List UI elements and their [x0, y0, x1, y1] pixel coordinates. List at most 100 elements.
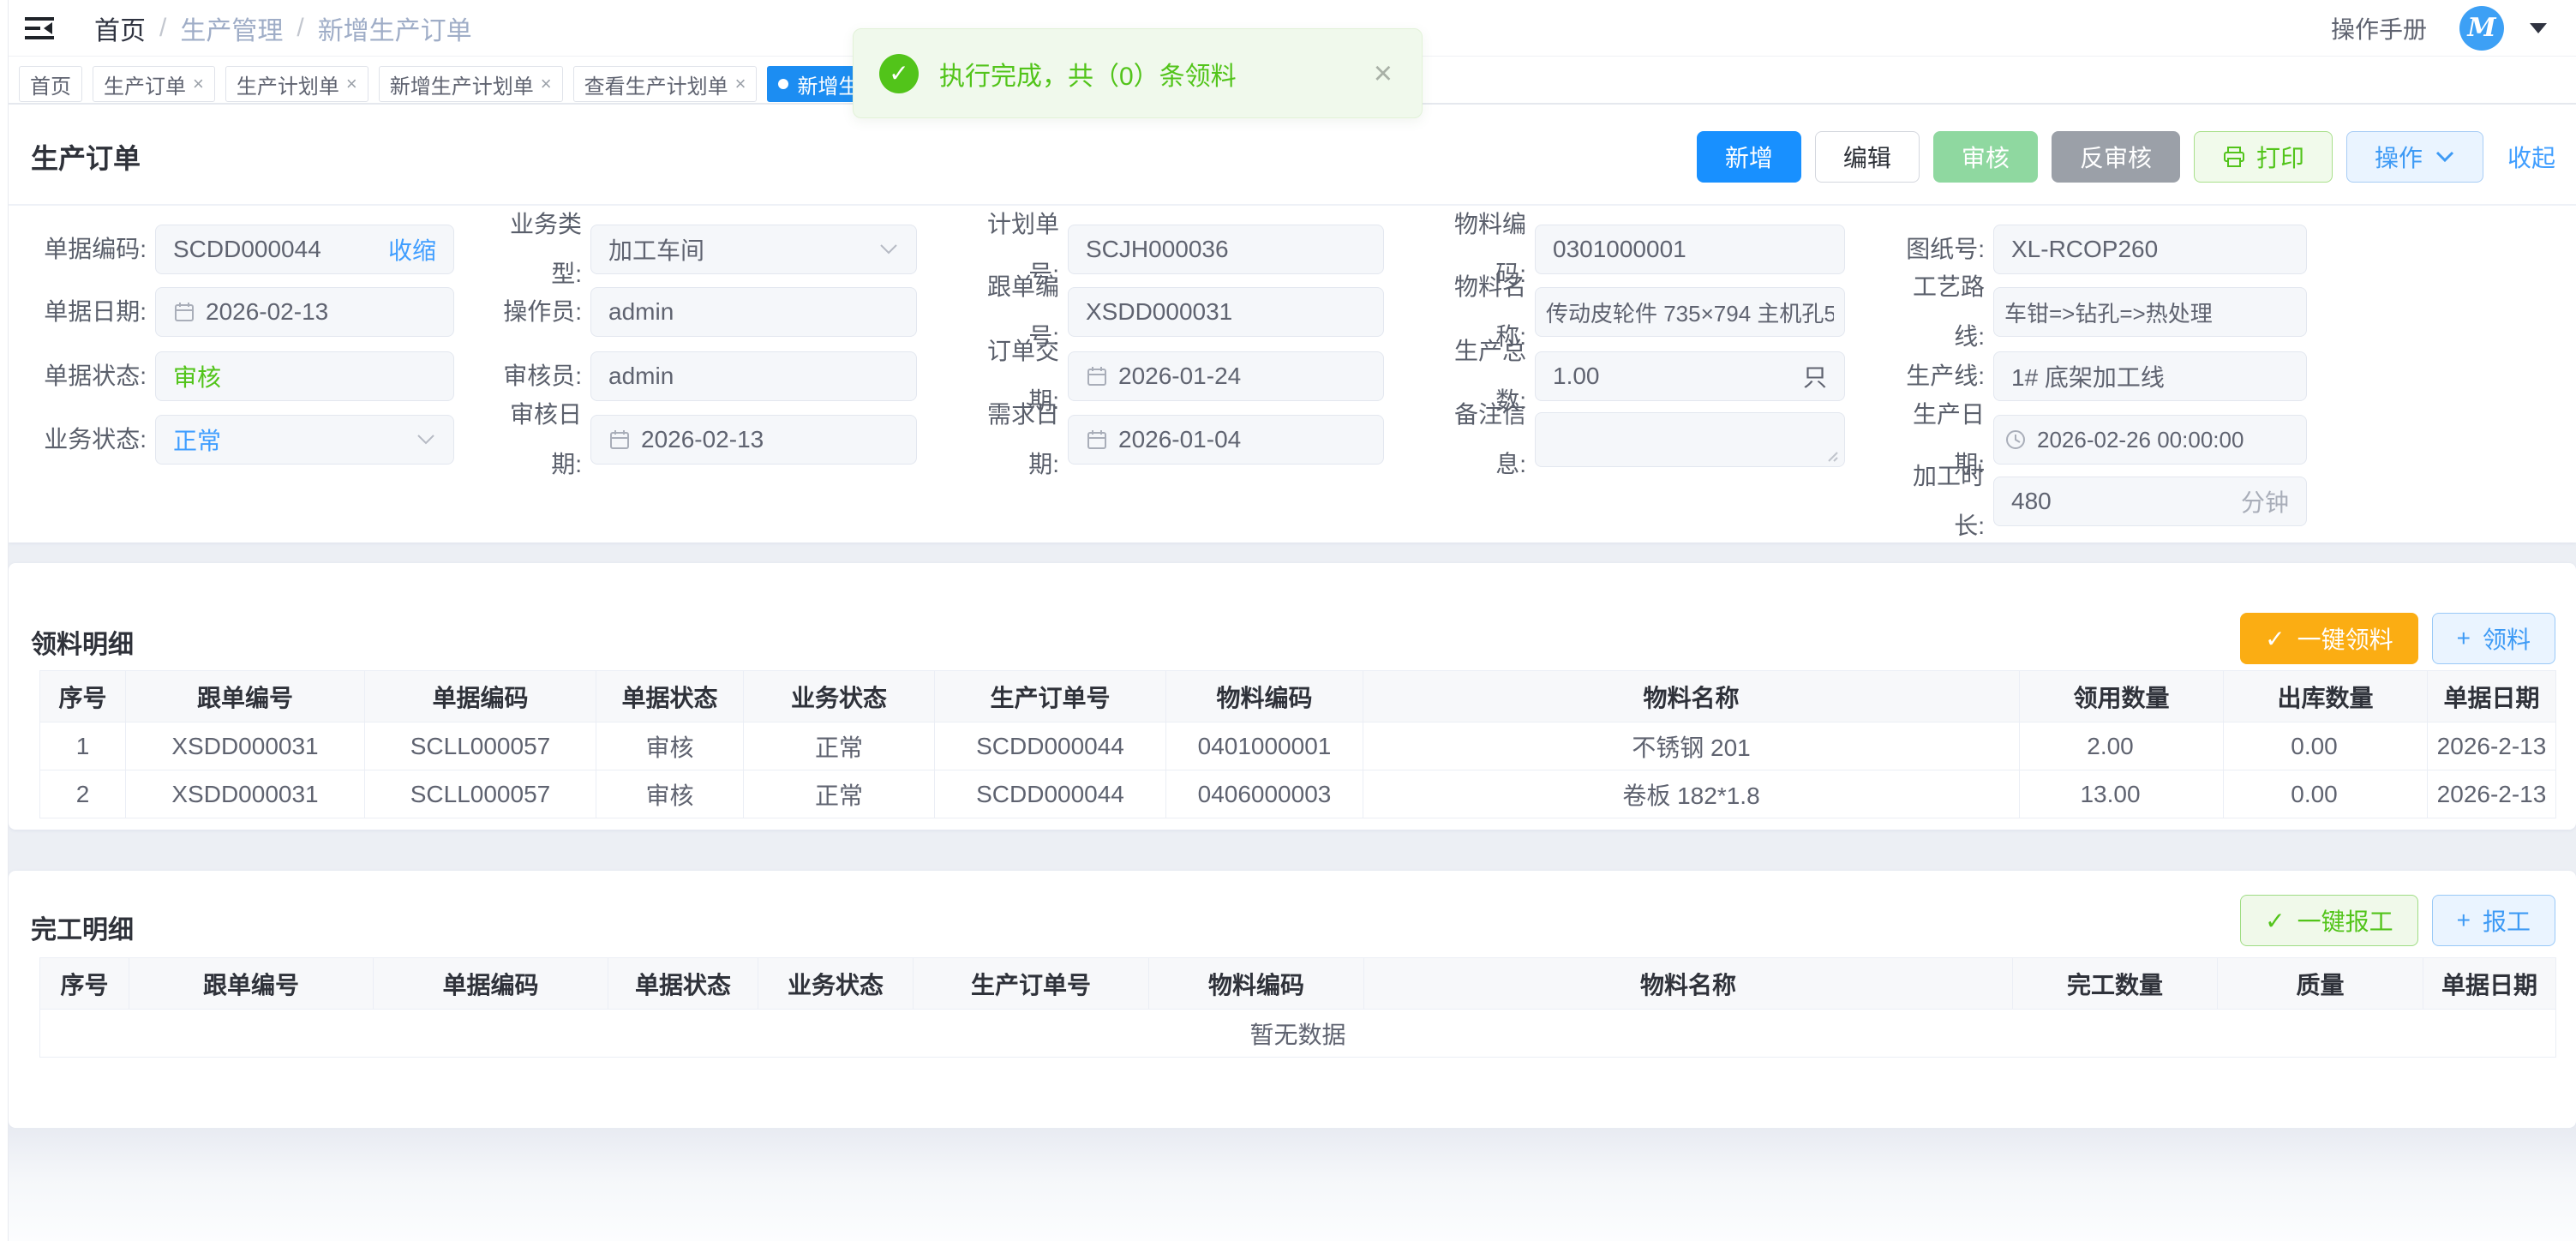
resize-grip-icon[interactable]: [1825, 449, 1839, 463]
col-header: 生产订单号: [914, 958, 1149, 1010]
route-input[interactable]: 车钳=>钻孔=>热处理: [1993, 287, 2307, 337]
field-label: 操作员:: [487, 287, 590, 337]
tab-close-icon[interactable]: ×: [346, 73, 357, 95]
field-value: SCJH000036: [1086, 236, 1229, 263]
col-header: 单据日期: [2423, 958, 2556, 1010]
plan-no-input[interactable]: SCJH000036: [1068, 225, 1384, 274]
add-button[interactable]: 新增: [1697, 131, 1801, 183]
duration-input[interactable]: 480 分钟: [1993, 477, 2307, 526]
tab-production-order[interactable]: 生产订单 ×: [93, 66, 215, 102]
cell-biz-status: 正常: [744, 722, 935, 770]
field-demand-date: 需求日期: 2026-01-04: [964, 415, 1384, 465]
prod-date-input[interactable]: 2026-02-26 00:00:00: [1993, 415, 2307, 465]
col-header: 领用数量: [2020, 671, 2224, 722]
success-check-icon: ✓: [879, 54, 919, 93]
tab-home[interactable]: 首页: [19, 66, 82, 102]
breadcrumb-level2[interactable]: 生产管理: [180, 9, 283, 47]
doc-status-input[interactable]: 审核: [155, 351, 454, 401]
collapse-panel-link[interactable]: 收起: [2507, 140, 2555, 174]
field-duration: 加工时长: 480 分钟: [1890, 477, 2307, 526]
field-value: 正常: [173, 423, 221, 457]
completion-detail-card: 完工明细 ✓ 一键报工 + 报工 序号 跟单编号 单据编码: [9, 871, 2576, 1128]
tab-production-plan[interactable]: 生产计划单 ×: [225, 66, 368, 102]
field-label: 备注信息:: [1424, 390, 1535, 489]
cell-doc-code-link[interactable]: SCLL000057: [365, 770, 596, 818]
doc-code-input[interactable]: SCDD000044 收缩: [155, 225, 454, 274]
demand-date-input[interactable]: 2026-01-04: [1068, 415, 1384, 465]
unit-suffix: 分钟: [2241, 484, 2289, 519]
print-button[interactable]: 打印: [2194, 131, 2333, 183]
col-header: 业务状态: [744, 671, 935, 722]
cell-biz-status: 正常: [744, 770, 935, 818]
line-input[interactable]: 1# 底架加工线: [1993, 351, 2307, 401]
completion-section-title: 完工明细: [31, 908, 134, 946]
field-biz-type: 业务类型: 加工车间: [487, 225, 917, 274]
one-key-report-button[interactable]: ✓ 一键报工: [2240, 895, 2417, 946]
follow-no-input[interactable]: XSDD000031: [1068, 287, 1384, 337]
col-header: 生产订单号: [935, 671, 1166, 722]
tab-close-icon[interactable]: ×: [541, 73, 552, 95]
audit-button[interactable]: 审核: [1933, 131, 2038, 183]
field-label: 单据日期:: [39, 287, 155, 337]
collapsed-sidebar[interactable]: [0, 0, 9, 1241]
title-divider: [9, 204, 2576, 206]
operate-dropdown-button[interactable]: 操作: [2346, 131, 2483, 183]
tab-close-icon[interactable]: ×: [193, 73, 204, 95]
field-doc-date: 单据日期: 2026-02-13: [39, 287, 454, 337]
operator-input[interactable]: admin: [590, 287, 917, 337]
col-header: 物料编码: [1149, 958, 1364, 1010]
menu-fold-icon[interactable]: [22, 12, 57, 45]
cell-doc-code-link[interactable]: SCLL000057: [365, 722, 596, 770]
tab-add-production-plan[interactable]: 新增生产计划单 ×: [379, 66, 563, 102]
one-key-pick-button[interactable]: ✓ 一键领料: [2240, 613, 2417, 664]
col-header: 序号: [40, 671, 126, 722]
field-value: 1.00: [1553, 363, 1600, 390]
drawing-no-input[interactable]: XL-RCOP260: [1993, 225, 2307, 274]
shrink-link[interactable]: 收缩: [388, 232, 436, 267]
tab-view-production-plan[interactable]: 查看生产计划单 ×: [573, 66, 758, 102]
cell-follow-no: XSDD000031: [126, 722, 365, 770]
user-menu-caret-icon[interactable]: [2530, 23, 2547, 33]
cell-out-qty: 0.00: [2224, 770, 2428, 818]
material-name-input[interactable]: 传动皮轮件 735×794 主机孔54: [1535, 287, 1845, 337]
button-label: 报工: [2483, 903, 2531, 938]
col-header: 单据状态: [608, 958, 758, 1010]
auditor-input[interactable]: admin: [590, 351, 917, 401]
clock-icon: [2004, 429, 2027, 451]
audit-date-input[interactable]: 2026-02-13: [590, 415, 917, 465]
breadcrumb-home[interactable]: 首页: [94, 9, 146, 47]
doc-date-input[interactable]: 2026-02-13: [155, 287, 454, 337]
table-row[interactable]: 1 XSDD000031 SCLL000057 审核 正常 SCDD000044…: [40, 722, 2556, 770]
order-due-input[interactable]: 2026-01-24: [1068, 351, 1384, 401]
avatar[interactable]: M: [2459, 6, 2504, 51]
col-header: 出库数量: [2224, 671, 2428, 722]
cell-material-name: 卷板 182*1.8: [1363, 770, 2020, 818]
remark-textarea[interactable]: [1535, 412, 1845, 467]
calendar-icon: [1086, 429, 1108, 451]
field-label: 工艺路线:: [1890, 262, 1993, 362]
success-toast: ✓ 执行完成，共（0）条领料 ×: [853, 28, 1423, 118]
empty-row: 暂无数据: [40, 1010, 2556, 1058]
table-row[interactable]: 2 XSDD000031 SCLL000057 审核 正常 SCDD000044…: [40, 770, 2556, 818]
manual-link[interactable]: 操作手册: [2331, 11, 2427, 45]
page-bottom-background: [9, 1128, 2576, 1241]
cell-order-no: SCDD000044: [935, 722, 1166, 770]
total-qty-input[interactable]: 1.00 只: [1535, 351, 1845, 401]
edit-button[interactable]: 编辑: [1815, 131, 1920, 183]
toast-close-icon[interactable]: ×: [1374, 57, 1393, 90]
cell-doc-date: 2026-2-13: [2428, 770, 2556, 818]
biz-type-select[interactable]: 加工车间: [590, 225, 917, 274]
breadcrumb-level3[interactable]: 新增生产订单: [318, 9, 472, 47]
table-header-row: 序号 跟单编号 单据编码 单据状态 业务状态 生产订单号 物料编码 物料名称 领…: [40, 671, 2556, 722]
unaudit-button[interactable]: 反审核: [2052, 131, 2180, 183]
button-label: 领料: [2483, 621, 2531, 656]
report-button[interactable]: + 报工: [2432, 895, 2555, 946]
biz-status-select[interactable]: 正常: [155, 415, 454, 465]
plus-icon: +: [2457, 625, 2471, 652]
field-label: 审核日期:: [487, 390, 590, 489]
material-code-input[interactable]: 0301000001: [1535, 225, 1845, 274]
col-header: 业务状态: [758, 958, 914, 1010]
tab-close-icon[interactable]: ×: [735, 73, 746, 95]
cell-doc-date: 2026-2-13: [2428, 722, 2556, 770]
pick-button[interactable]: + 领料: [2432, 613, 2555, 664]
